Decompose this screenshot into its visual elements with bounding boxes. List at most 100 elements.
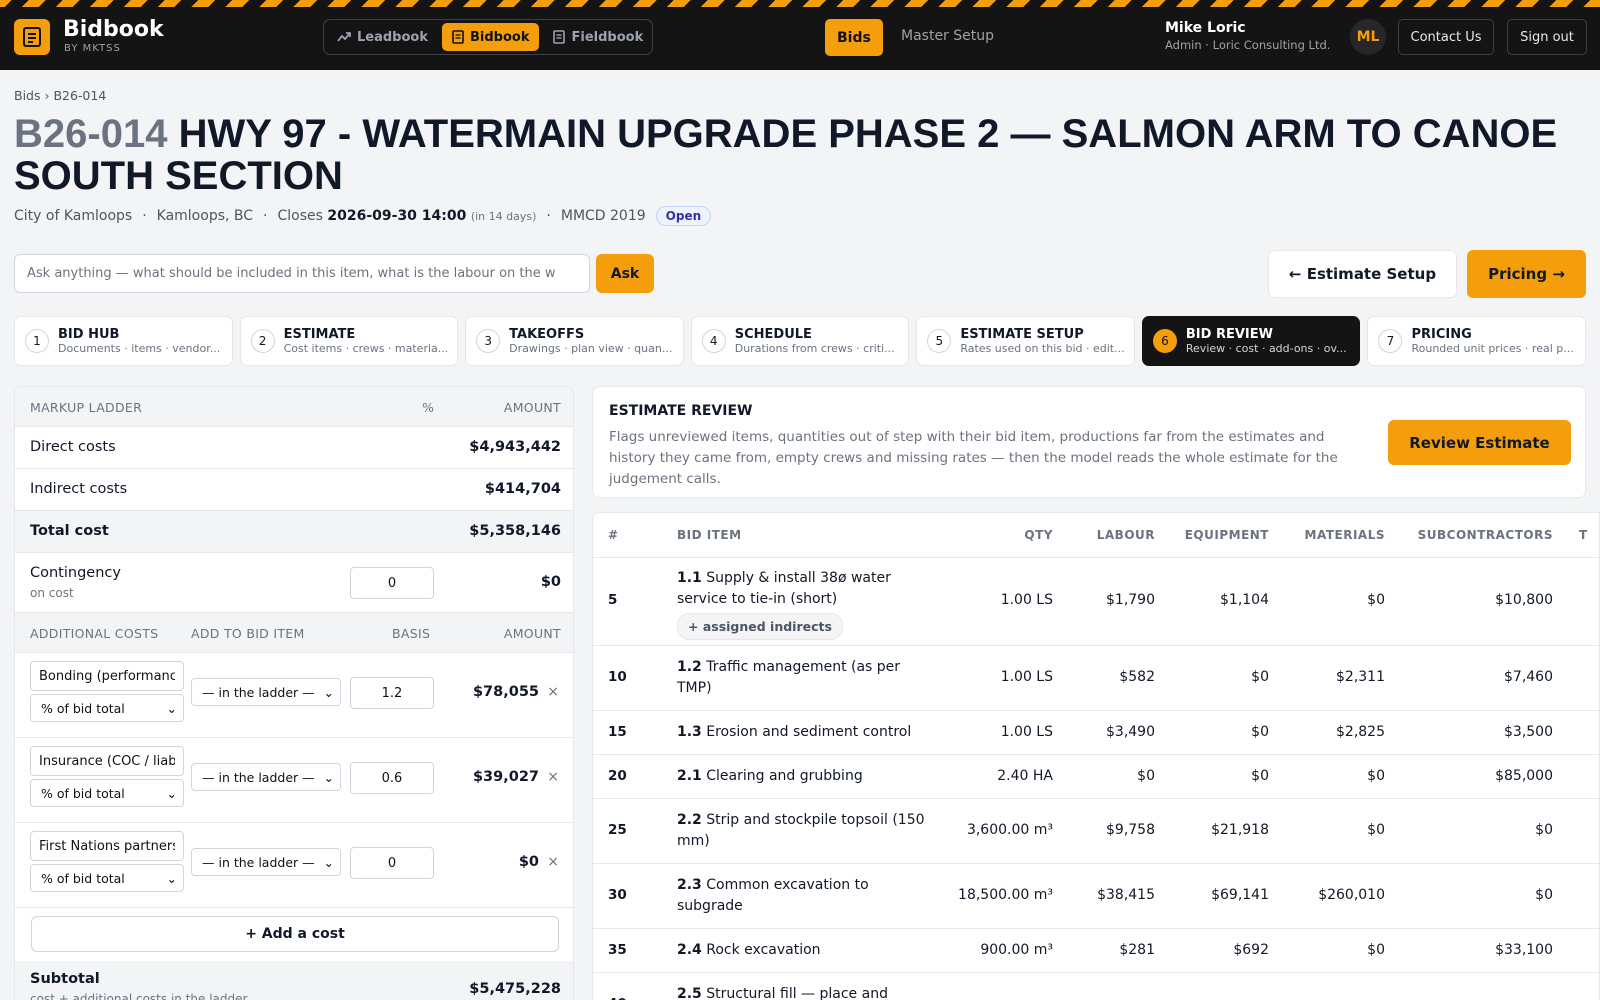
step-estimate-setup[interactable]: 5 ESTIMATE SETUP Rates used on this bid · … [916, 316, 1135, 366]
cost-name-input[interactable] [30, 661, 184, 691]
table-row[interactable]: 10 1.2 Traffic management (as per TMP) 1… [593, 645, 1599, 710]
col-header-equipment: EQUIPMENT [1184, 528, 1269, 542]
ladder-sublabel: cost + additional costs in the ladder [30, 992, 248, 1000]
row-labour: $281 [1119, 942, 1155, 958]
step-takeoffs[interactable]: 3 TAKEOFFS Drawings · plan view · quan... [465, 316, 684, 366]
user-role: Admin · Loric Consulting Ltd. [1165, 38, 1331, 52]
select-value: — in the ladder — [202, 684, 315, 700]
step-bid-hub[interactable]: 1 BID HUB Documents · items · vendor... [14, 316, 233, 366]
basis-type-select[interactable]: % of bid total ⌄ [30, 694, 184, 722]
bid-items-table: # BID ITEM QTY LABOUR EQUIPMENT MATERIAL… [592, 512, 1600, 1000]
bidbook-logo-icon[interactable] [14, 19, 50, 55]
ladder-value: $5,358,146 [469, 523, 561, 539]
row-number: 35 [608, 942, 627, 958]
app-tab-leadbook[interactable]: Leadbook [327, 23, 438, 51]
ask-button[interactable]: Ask [596, 254, 654, 293]
row-subcontractors: $0 [1535, 887, 1553, 903]
remove-cost-icon[interactable]: × [547, 769, 559, 785]
ask-input[interactable] [14, 254, 590, 293]
col-header-labour: LABOUR [1096, 528, 1155, 542]
table-row[interactable]: 25 2.2 Strip and stockpile topsoil (150 … [593, 798, 1599, 863]
step-title: BID REVIEW [1185, 327, 1273, 342]
basis-input[interactable] [350, 762, 434, 794]
additional-costs-header: ADDITIONAL COSTS ADD TO BID ITEM BASIS A… [15, 613, 573, 653]
basis-type-select[interactable]: % of bid total ⌄ [30, 779, 184, 807]
contact-us-button[interactable]: Contact Us [1398, 19, 1494, 55]
addcosts-header-amount: AMOUNT [503, 626, 561, 641]
add-to-bid-item-select[interactable]: — in the ladder — ⌄ [191, 763, 341, 791]
add-to-bid-item-select[interactable]: — in the ladder — ⌄ [191, 848, 341, 876]
step-bid-review[interactable]: 6 BID REVIEW Review · cost · add-ons · ov.… [1141, 316, 1361, 366]
avatar[interactable]: ML [1350, 19, 1386, 55]
next-step-button[interactable]: Pricing → [1467, 250, 1586, 298]
add-to-bid-item-select[interactable]: — in the ladder — ⌄ [191, 678, 341, 706]
row-subcontractors: $7,460 [1504, 669, 1553, 685]
markup-ladder: MARKUP LADDER % AMOUNT Direct costs $4,9… [14, 386, 574, 1000]
ladder-row-direct: Direct costs $4,943,442 [15, 427, 573, 469]
chevron-down-icon: ⌄ [166, 700, 177, 716]
row-number: 30 [608, 887, 627, 903]
remove-cost-icon[interactable]: × [547, 854, 559, 870]
remove-cost-icon[interactable]: × [547, 684, 559, 700]
app-tab-label: Leadbook [357, 29, 428, 45]
row-qty: 18,500.00 m³ [958, 887, 1053, 903]
table-row[interactable]: 5 1.1 Supply & install 38ø water service… [593, 557, 1599, 645]
row-materials: $2,825 [1336, 724, 1385, 740]
step-subtitle: Rates used on this bid · edit... [960, 342, 1124, 355]
row-number: 5 [608, 592, 618, 608]
basis-input[interactable] [350, 677, 434, 709]
row-number: 10 [608, 669, 627, 685]
item-desc: Supply & install 38ø water service to ti… [677, 570, 891, 607]
step-pricing[interactable]: 7 PRICING Rounded unit prices · real p... [1367, 316, 1587, 366]
page-title: B26-014 HWY 97 - WATERMAIN UPGRADE PHASE… [14, 113, 1594, 197]
table-row[interactable]: 15 1.3 Erosion and sediment control 1.00… [593, 710, 1599, 754]
assigned-indirects-chip[interactable]: + assigned indirects [677, 613, 843, 640]
basis-input[interactable] [350, 847, 434, 879]
col-header-qty: QTY [1024, 528, 1053, 542]
table-row[interactable]: 20 2.1 Clearing and grubbing 2.40 HA $0 … [593, 754, 1599, 798]
select-value: % of bid total [41, 870, 125, 886]
row-labour: $9,758 [1106, 822, 1155, 838]
ladder-value: $0 [540, 574, 561, 590]
ladder-header-label: MARKUP LADDER [30, 400, 143, 415]
table-row[interactable]: 40 2.5 Structural fill — place and [593, 972, 1599, 1000]
addcosts-header-basis: BASIS [392, 626, 431, 641]
table-row[interactable]: 30 2.3 Common excavation to subgrade 18,… [593, 863, 1599, 928]
brand-subtitle: BY MKTSS [64, 43, 121, 54]
prev-step-button[interactable]: ← Estimate Setup [1268, 250, 1457, 298]
table-row[interactable]: 35 2.4 Rock excavation 900.00 m³ $281 $6… [593, 928, 1599, 972]
item-code: 2.1 [677, 768, 702, 784]
ladder-label: Direct costs [30, 439, 116, 455]
bid-location: Kamloops, BC [156, 208, 254, 224]
addcosts-header-addto: ADD TO BID ITEM [191, 626, 305, 641]
item-desc: Structural fill — place and [706, 986, 888, 1000]
cost-name-input[interactable] [30, 746, 184, 776]
contingency-pct-input[interactable] [350, 567, 434, 599]
cost-name-input[interactable] [30, 831, 184, 861]
step-title: BID HUB [58, 327, 120, 342]
sign-out-button[interactable]: Sign out [1507, 19, 1587, 55]
ladder-row-subtotal: Subtotal cost + additional costs in the … [15, 961, 573, 1000]
review-estimate-button[interactable]: Review Estimate [1388, 420, 1571, 465]
breadcrumb[interactable]: Bids › B26-014 [14, 88, 106, 103]
cost-amount: $39,027 [472, 769, 539, 785]
nav-bids[interactable]: Bids [825, 19, 883, 56]
step-schedule[interactable]: 4 SCHEDULE Durations from crews · criti... [690, 316, 910, 366]
top-bar: Bidbook BY MKTSS Leadbook Bidbook Fieldb… [0, 0, 1600, 70]
item-desc: Traffic management (as per TMP) [677, 659, 901, 696]
basis-type-select[interactable]: % of bid total ⌄ [30, 864, 184, 892]
app-tab-fieldbook[interactable]: Fieldbook [543, 23, 653, 51]
status-badge: Open [655, 206, 712, 226]
ladder-header: MARKUP LADDER % AMOUNT [15, 387, 573, 427]
step-title: ESTIMATE SETUP [960, 327, 1084, 342]
add-cost-button[interactable]: + Add a cost [31, 916, 559, 952]
review-title: ESTIMATE REVIEW [609, 403, 753, 419]
nav-master-setup[interactable]: Master Setup [901, 28, 994, 44]
row-description: 2.4 Rock excavation [677, 940, 932, 961]
step-estimate[interactable]: 2 ESTIMATE Cost items · crews · materia... [239, 316, 459, 366]
app-tab-bidbook[interactable]: Bidbook [442, 23, 540, 51]
ladder-label: Indirect costs [30, 481, 128, 497]
bid-meta: City of Kamloops · Kamloops, BC · Closes… [14, 206, 712, 226]
book-icon [452, 30, 464, 44]
row-qty: 3,600.00 m³ [966, 822, 1053, 838]
